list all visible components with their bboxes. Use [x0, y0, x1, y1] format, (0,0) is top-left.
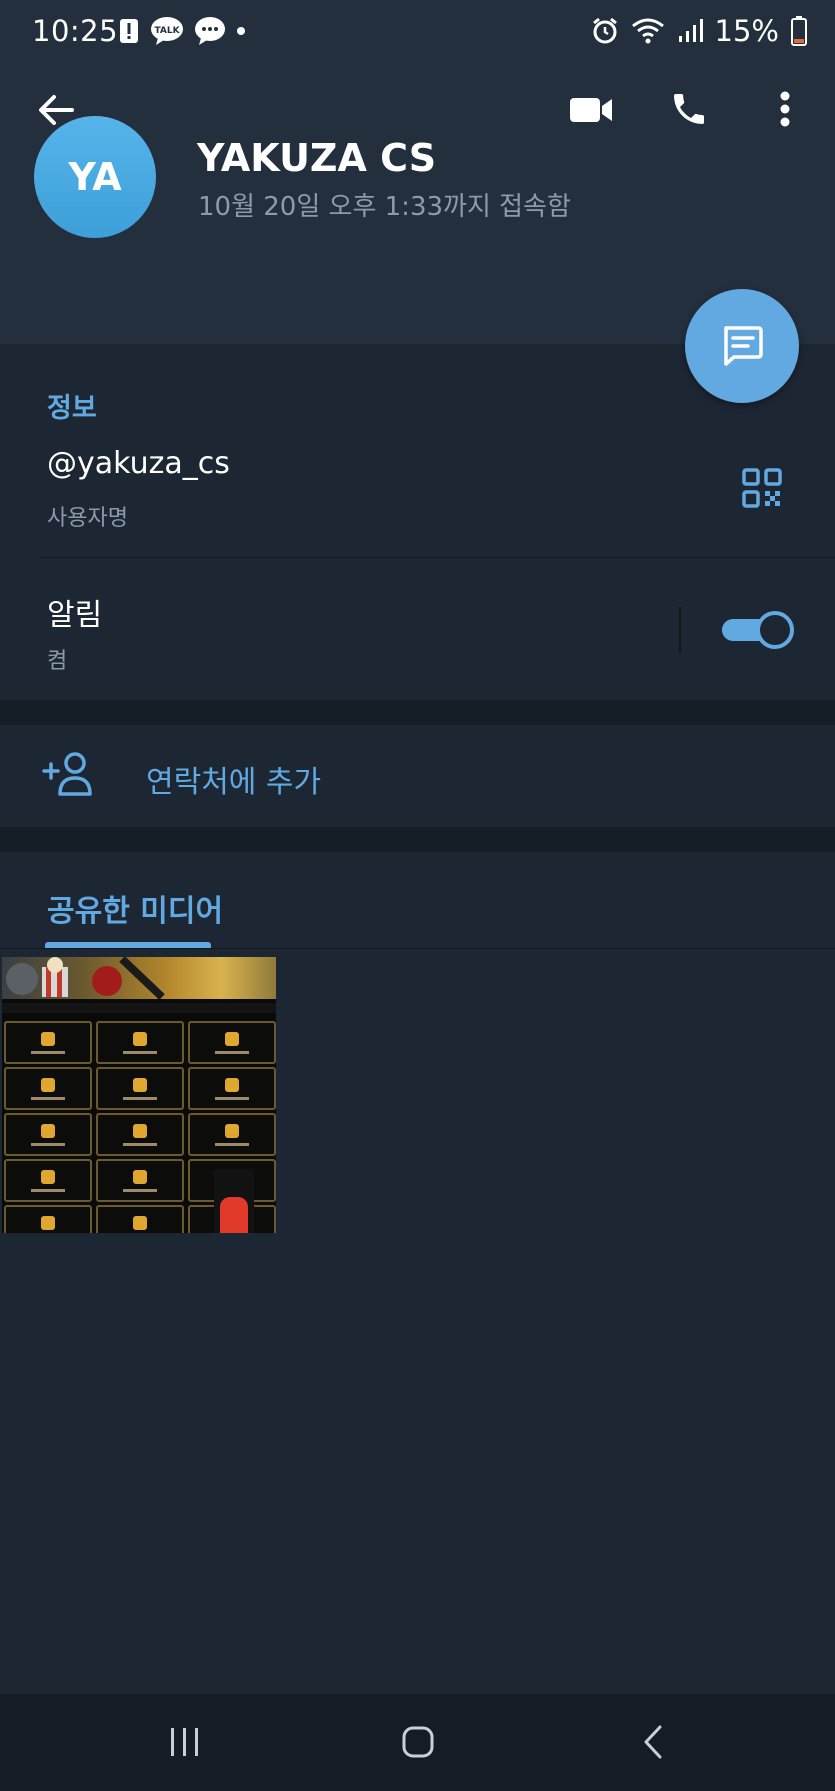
- thumbnail-cell: [4, 1113, 92, 1156]
- avatar[interactable]: YA: [34, 116, 156, 238]
- add-user-icon: [42, 752, 92, 796]
- more-options-button[interactable]: [770, 86, 800, 132]
- message-notification-icon: [195, 17, 225, 45]
- thumbnail-cell: [96, 1113, 184, 1156]
- thumbnail-cell: [4, 1205, 92, 1233]
- wifi-icon: [631, 18, 664, 44]
- thumbnail-cell: [188, 1021, 276, 1064]
- avatar-initials: YA: [68, 155, 122, 199]
- profile-name: YAKUZA CS: [197, 136, 437, 180]
- tab-bar-divider: [0, 948, 835, 949]
- back-icon: [644, 1725, 662, 1759]
- video-call-button[interactable]: [566, 88, 616, 132]
- system-icons: 15%: [591, 14, 807, 48]
- thumbnail-banner-art: [6, 957, 165, 1000]
- thumbnail-cell: [4, 1067, 92, 1110]
- info-heading: 정보: [47, 393, 97, 424]
- send-message-button[interactable]: [685, 289, 799, 403]
- toggle-thumb: [756, 611, 794, 649]
- thumbnail-strip: [2, 1003, 276, 1013]
- recent-apps-icon: [171, 1728, 198, 1756]
- section-gap: [0, 700, 835, 725]
- thumbnail-cell: [4, 1159, 92, 1202]
- alarm-icon: [592, 17, 617, 44]
- username-label: 사용자명: [47, 506, 128, 531]
- phone-call-button[interactable]: [666, 86, 712, 132]
- video-call-icon: [570, 98, 612, 122]
- thumbnail-cell: [96, 1021, 184, 1064]
- kakaotalk-icon: TALK: [151, 17, 183, 45]
- more-notifications-dot-icon: [237, 27, 245, 35]
- last-seen-status: 10월 20일 오후 1:33까지 접속함: [198, 192, 571, 222]
- thumbnail-cell: [96, 1067, 184, 1110]
- thumbnail-cell: [96, 1159, 184, 1202]
- notifications-state: 켬: [47, 649, 68, 674]
- phone-icon: [674, 94, 704, 124]
- alert-notification-icon: [120, 19, 138, 43]
- recent-apps-button[interactable]: [150, 1716, 220, 1768]
- more-vertical-icon: [780, 91, 790, 127]
- qr-code-button[interactable]: [740, 466, 784, 510]
- add-contact-label: 연락처에 추가: [146, 765, 322, 800]
- thumbnail-banner: [2, 957, 276, 1000]
- tab-shared-media[interactable]: 공유한 미디어: [47, 886, 223, 930]
- system-back-button[interactable]: [618, 1716, 688, 1768]
- notifications-toggle[interactable]: [722, 609, 794, 651]
- home-button[interactable]: [383, 1716, 453, 1768]
- vertical-divider: [679, 607, 681, 653]
- home-icon: [402, 1726, 434, 1758]
- thumbnail-cell: [188, 1113, 276, 1156]
- status-time: 10:25: [32, 14, 119, 48]
- status-bar: 10:25 TALK 15%: [0, 0, 835, 62]
- thumbnail-cell: [96, 1205, 184, 1233]
- notifications-row[interactable]: [0, 558, 835, 700]
- notification-icons: TALK: [118, 16, 246, 46]
- username-value: @yakuza_cs: [47, 446, 230, 481]
- thumbnail-cell: [188, 1067, 276, 1110]
- talk-badge-text: TALK: [154, 26, 180, 36]
- section-gap: [0, 827, 835, 852]
- system-nav-bar: [0, 1694, 835, 1791]
- thumbnail-overlay: [214, 1169, 254, 1233]
- battery-low-icon: [791, 16, 807, 46]
- message-icon: [724, 326, 763, 366]
- qr-code-icon: [742, 468, 782, 508]
- thumbnail-cell: [4, 1021, 92, 1064]
- battery-percent: 15%: [714, 14, 779, 48]
- shared-image-1[interactable]: [2, 957, 276, 1233]
- add-contact-row[interactable]: 연락처에 추가: [0, 725, 835, 827]
- notifications-label: 알림: [47, 598, 103, 633]
- signal-icon: [678, 19, 703, 42]
